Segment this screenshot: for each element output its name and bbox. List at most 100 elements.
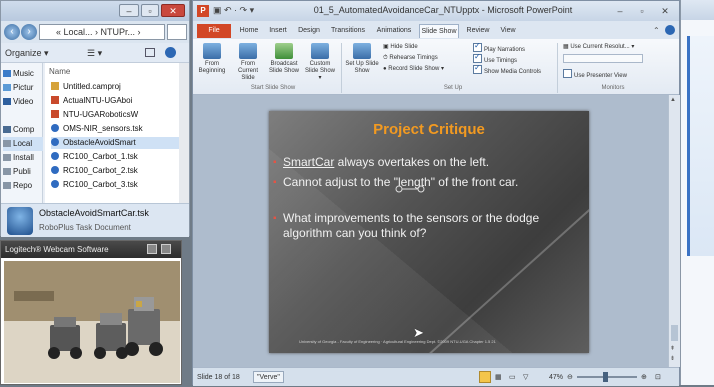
from-beginning-button[interactable]: From Beginning [195,43,229,85]
slide-title[interactable]: Project Critique [269,121,589,138]
zoom-in-icon[interactable]: ⊕ [641,368,647,387]
tab-view[interactable]: View [495,24,521,38]
zoom-slider-thumb[interactable] [603,372,608,382]
show-on-dropdown[interactable] [563,54,643,63]
search-input[interactable] [167,24,187,40]
webcam-video-feed [4,261,180,383]
file-item-selected[interactable]: ObstacleAvoidSmart [51,137,179,149]
nav-item-local-disk[interactable]: Local [3,137,43,151]
maximize-button[interactable]: ▫ [633,4,651,18]
file-item[interactable]: OMS-NIR_sensors.tsk [51,123,179,135]
column-header-name[interactable]: Name [49,67,70,76]
tab-home[interactable]: Home [237,24,261,38]
background-window-content [687,36,714,256]
address-input[interactable]: « Local... › NTUPr... › [39,24,165,40]
organize-button[interactable]: Organize ▾ [5,43,49,63]
custom-slide-show-button[interactable]: Custom Slide Show ▾ [303,43,337,85]
broadcast-button[interactable]: Broadcast Slide Show [267,43,301,85]
slide-bullet-1[interactable]: SmartCar always overtakes on the left. [273,155,579,170]
file-icon [51,96,59,104]
nav-item-public[interactable]: Publi [3,165,43,179]
scroll-thumb[interactable] [671,325,678,341]
status-bar: Slide 18 of 18 "Verve" ▦ ▭ ▽ 47% ⊖ ⊕ ⊡ [193,367,679,386]
tab-insert[interactable]: Insert [265,24,291,38]
nav-item-repo[interactable]: Repo [3,179,43,193]
help-icon[interactable] [665,25,675,35]
checkbox-checked-icon [473,52,482,63]
minimize-button[interactable]: – [119,4,139,17]
fit-to-window-icon[interactable]: ⊡ [655,368,661,387]
maximize-button[interactable]: ▫ [141,4,159,17]
record-slide-show-button[interactable]: ● Record Slide Show ▾ [383,65,444,74]
drive-icon [3,140,11,147]
tab-slide-show[interactable]: Slide Show [419,24,459,38]
nav-item-pictures[interactable]: Pictur [3,81,43,95]
slideshow-view-icon[interactable]: ▽ [523,368,528,387]
pictures-icon [3,84,11,91]
tab-transitions[interactable]: Transitions [327,24,369,38]
back-icon[interactable]: ‹ [4,24,20,40]
slide-sorter-icon[interactable]: ▦ [495,368,502,387]
background-window-titlebar [681,0,714,20]
slide-bullet-2[interactable]: Cannot adjust to the "length" of the fro… [273,175,579,190]
ribbon-collapse-icon[interactable]: ⌃ [653,26,660,35]
set-up-slide-show-button[interactable]: Set Up Slide Show [345,43,379,85]
zoom-out-icon[interactable]: ⊖ [567,368,573,387]
use-presenter-view-checkbox[interactable]: Use Presenter View [563,69,627,81]
resolution-dropdown[interactable]: ▦ Use Current Resolut... ▾ [563,43,634,52]
roboplus-task-icon [7,207,33,235]
explorer-toolbar: Organize ▾ ☰ ▾ [1,43,189,63]
close-button[interactable]: ✕ [655,4,675,18]
slide-bullet-3[interactable]: What improvements to the sensors or the … [273,211,579,241]
smartcar-link[interactable]: SmartCar [283,155,334,169]
minimize-button[interactable] [147,244,157,254]
file-item[interactable]: RC100_Carbot_3.tsk [51,179,179,191]
slide-canvas[interactable]: Project Critique SmartCar always overtak… [269,111,589,353]
preview-pane-icon[interactable] [145,48,155,57]
checkbox-unchecked-icon [563,69,572,78]
file-item[interactable]: RC100_Carbot_1.tsk [51,151,179,163]
tab-review[interactable]: Review [463,24,493,38]
nav-item-videos[interactable]: Video [3,95,43,109]
nav-item-computer[interactable]: Comp [3,123,43,137]
hide-slide-button[interactable]: ▣ Hide Slide [383,43,418,52]
roboplus-icon [51,152,59,160]
tab-design[interactable]: Design [295,24,323,38]
quick-access-toolbar[interactable]: ▣ ↶ · ↷ ▾ [213,5,254,16]
button-label: Set Up Slide Show [345,61,379,74]
mouse-pointer-icon: ➤ [413,325,424,340]
help-icon[interactable] [165,47,176,58]
file-item[interactable]: RC100_Carbot_2.tsk [51,165,179,177]
file-item[interactable]: ActualNTU-UGAboi [51,95,179,107]
normal-view-icon[interactable] [479,371,491,383]
tab-file[interactable]: File [197,24,231,38]
bullet-1-text: always overtakes on the left. [334,155,490,169]
from-current-slide-button[interactable]: From Current Slide [231,43,265,85]
previous-slide-icon[interactable]: ⇞ [670,345,679,353]
rehearse-timings-button[interactable]: ⏱ Rehearse Timings [383,54,438,63]
close-button[interactable]: ✕ [161,4,185,17]
views-button[interactable]: ☰ ▾ [87,43,102,63]
file-item[interactable]: Untitled.camproj [51,81,179,93]
nav-item-install[interactable]: Install [3,151,43,165]
forward-icon[interactable]: › [21,24,37,40]
tab-animations[interactable]: Animations [373,24,415,38]
button-label: From Current Slide [237,61,258,81]
zoom-level[interactable]: 47% [549,368,563,387]
close-button[interactable] [161,244,171,254]
powerpoint-app-icon[interactable]: P [197,5,209,17]
slide-scrollbar[interactable]: ▲ ⇞ ⇟ [668,95,680,367]
nav-item-label: Install [13,153,34,162]
reading-view-icon[interactable]: ▭ [509,368,516,387]
theme-name[interactable]: "Verve" [253,371,284,383]
webcam-title: Logitech® Webcam Software [5,245,109,254]
scroll-up-icon[interactable]: ▲ [670,97,679,105]
drive-icon [3,182,11,189]
minimize-button[interactable]: – [611,4,629,18]
next-slide-icon[interactable]: ⇟ [670,355,679,363]
group-separator [557,43,558,93]
file-item[interactable]: NTU-UGARoboticsW [51,109,179,121]
show-media-controls-checkbox[interactable]: Show Media Controls [473,63,541,77]
nav-item-music[interactable]: Music [3,67,43,81]
file-list-scrollbar[interactable] [179,63,189,203]
